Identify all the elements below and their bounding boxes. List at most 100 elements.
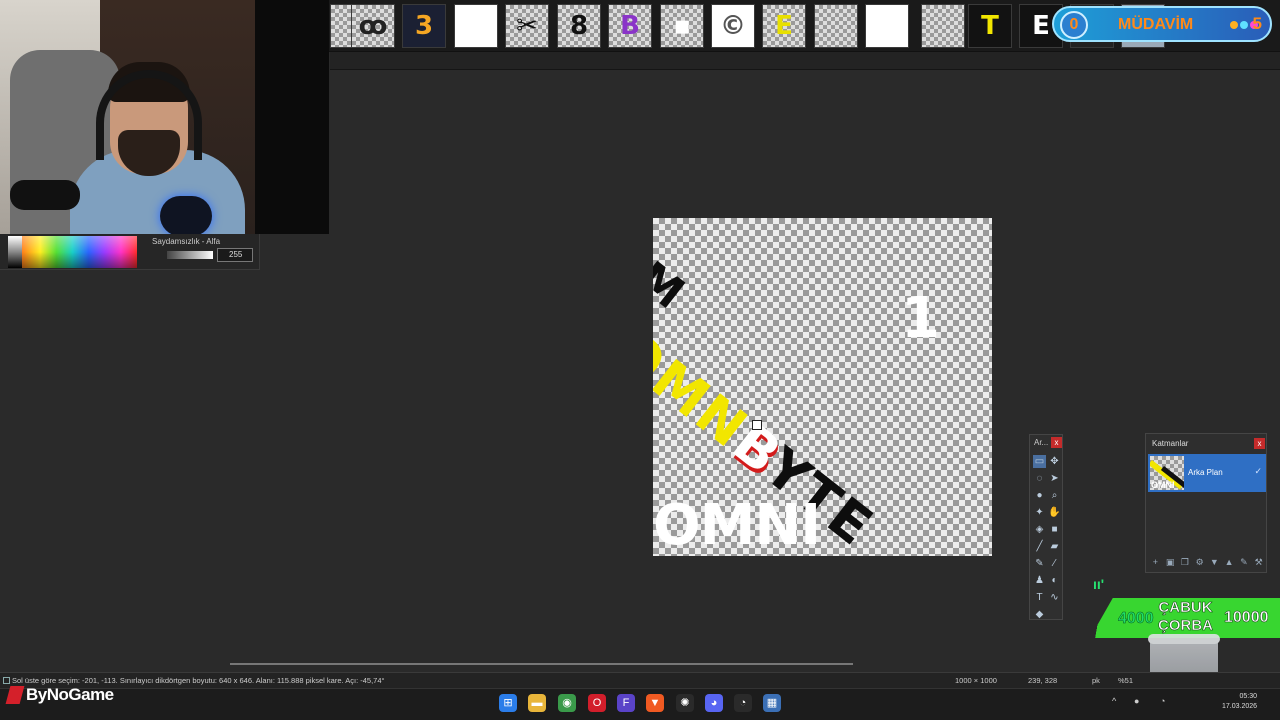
image-tab-glyph: ✂ — [516, 11, 538, 41]
openai-icon[interactable]: ✺ — [676, 694, 694, 712]
image-size: 1000 × 1000 — [955, 676, 997, 685]
opera-icon[interactable]: O — [588, 694, 606, 712]
layer-copy-icon[interactable]: ❐ — [1180, 557, 1191, 568]
clock-time: 05:30 — [1239, 693, 1258, 700]
image-tab-thumb[interactable]: E — [762, 4, 806, 48]
move-cursor-icon — [752, 420, 762, 430]
app-f-icon[interactable]: F — [617, 694, 635, 712]
image-tab-thumb[interactable] — [814, 4, 858, 48]
image-tab-thumb[interactable] — [454, 4, 498, 48]
goal-target: 10000 — [1224, 609, 1269, 627]
image-tab-thumb[interactable]: B — [608, 4, 652, 48]
image-tab-thumb[interactable]: T — [968, 4, 1012, 48]
shapes-icon[interactable]: ◆ — [1033, 608, 1046, 621]
network-tray-icon[interactable]: ◔ — [1160, 696, 1165, 706]
sparkle-overlay-text: ıı' — [1093, 576, 1105, 592]
move-selection-icon[interactable]: ✥ — [1048, 455, 1061, 468]
webcam-overlay — [0, 0, 329, 234]
chrome-icon[interactable]: ◉ — [558, 694, 576, 712]
layer-thumbnail: OMNI — [1150, 456, 1184, 490]
alpha-label: Saydamsızlık - Alfa — [152, 237, 221, 246]
image-tab-glyph: ꝏ — [358, 11, 388, 41]
image-tab-glyph — [922, 5, 964, 47]
goal-current: 4000 — [1118, 610, 1154, 628]
clock-date: 17.03.2026 — [1222, 703, 1258, 710]
canvas-text-one: 1 — [901, 286, 940, 351]
image-tab-thumb[interactable] — [921, 4, 965, 48]
zoom-icon[interactable]: ⌕ — [1048, 489, 1061, 502]
image-tab-glyph — [815, 5, 857, 47]
layer-tools-icon[interactable]: ⚒ — [1253, 557, 1264, 568]
brand-logo-icon — [5, 686, 25, 704]
recolor-icon[interactable]: ◐ — [1048, 574, 1061, 587]
duplicate-layer-icon[interactable]: ▣ — [1165, 557, 1176, 568]
image-tab-glyph — [866, 5, 908, 47]
image-canvas[interactable]: OMNBYTE M 1 OMNI — [653, 218, 992, 556]
image-tab-glyph: T — [981, 11, 999, 41]
paint-bucket-icon[interactable]: ◈ — [1033, 523, 1046, 536]
move-layer-down-icon[interactable]: ▼ — [1209, 557, 1220, 568]
image-tab-thumb[interactable]: 3 — [402, 4, 446, 48]
zoom-level[interactable]: %51 — [1118, 676, 1133, 685]
rect-select-icon[interactable]: ▭ — [1033, 455, 1046, 468]
ellipse-select-icon[interactable]: ● — [1033, 489, 1046, 502]
move-icon[interactable]: ➤ — [1048, 472, 1061, 485]
units-select[interactable]: pk — [1092, 676, 1100, 685]
brave-icon[interactable]: ▼ — [646, 694, 664, 712]
move-layer-up-icon[interactable]: ▲ — [1224, 557, 1235, 568]
color-swatch-grid[interactable] — [8, 236, 137, 268]
brush-icon[interactable]: ╱ — [1033, 540, 1046, 553]
cursor-position: 239, 328 — [1028, 676, 1058, 685]
layer-properties-icon[interactable]: ⚙ — [1194, 557, 1205, 568]
tools-close-icon[interactable]: x — [1051, 437, 1062, 448]
tools-window: Ar... x ▭ ✥ ◌ ➤ ● ⌕ ✦ ✋ ◈ ■ ╱ ▰ ✎ ⁄ ♟ ◐ T ∿ ◆ — [1029, 434, 1063, 620]
image-tab-thumb[interactable] — [865, 4, 909, 48]
layer-edit-icon[interactable]: ✎ — [1239, 557, 1250, 568]
file-explorer-icon[interactable]: ▬ — [528, 694, 546, 712]
options-toolbar — [330, 52, 1280, 70]
windows-start-icon[interactable]: ⊞ — [499, 694, 517, 712]
add-layer-icon[interactable]: + — [1150, 557, 1161, 568]
layers-close-icon[interactable]: x — [1254, 438, 1265, 449]
follow-label: MÜDAVİM — [1118, 16, 1194, 33]
image-tab-thumb[interactable]: ▪ — [660, 4, 704, 48]
goal-title: ÇABUK ÇORBA — [1158, 599, 1214, 635]
paintnet-icon[interactable]: ▦ — [763, 694, 781, 712]
layer-name: Arka Plan — [1188, 468, 1223, 477]
clone-stamp-icon[interactable]: ♟ — [1033, 574, 1046, 587]
screen-tool-icon[interactable]: ◔ — [734, 694, 752, 712]
pencil-icon[interactable]: ✎ — [1033, 557, 1046, 570]
alpha-value-input[interactable]: 255 — [217, 248, 253, 262]
image-tab-thumb[interactable]: 8 — [557, 4, 601, 48]
color-picker-icon[interactable]: ⁄ — [1048, 557, 1061, 570]
layer-tools-bar: + ▣ ❐ ⚙ ▼ ▲ ✎ ⚒ — [1150, 557, 1264, 569]
alpha-slider[interactable] — [167, 251, 213, 259]
discord-icon[interactable]: ◕ — [705, 694, 723, 712]
layer-row[interactable]: OMNI Arka Plan ✓ — [1148, 454, 1266, 492]
canvas-text-top-black: M — [653, 252, 694, 320]
image-tab-glyph: 3 — [414, 11, 434, 41]
line-curve-icon[interactable]: ∿ — [1048, 591, 1061, 604]
text-icon[interactable]: T — [1033, 591, 1046, 604]
image-tab-thumb[interactable]: © — [711, 4, 755, 48]
layer-visible-checkbox[interactable]: ✓ — [1254, 466, 1262, 477]
follow-goal: 5 — [1252, 14, 1262, 33]
lasso-icon[interactable]: ◌ — [1033, 472, 1046, 485]
layers-window: Katmanlar x OMNI Arka Plan ✓ + ▣ ❐ ⚙ ▼ ▲ ✎ ⚒ — [1145, 433, 1267, 573]
tray-expand-icon[interactable]: ^ — [1112, 696, 1116, 706]
microphone-tray-icon[interactable]: ● — [1134, 696, 1139, 706]
image-tab-glyph: 8 — [569, 11, 589, 41]
image-tab-glyph: E — [775, 11, 793, 41]
image-tab-glyph: ▪ — [673, 11, 691, 41]
horizontal-scrollbar[interactable] — [230, 663, 853, 665]
eraser-icon[interactable]: ▰ — [1048, 540, 1061, 553]
image-tab-thumb[interactable]: ꝏ — [351, 4, 395, 48]
tools-window-title: Ar... — [1034, 438, 1049, 447]
follow-goal-badge: 0 MÜDAVİM 5 — [1052, 6, 1272, 42]
image-tab-thumb[interactable]: ✂ — [505, 4, 549, 48]
pan-hand-icon[interactable]: ✋ — [1048, 506, 1061, 519]
system-clock[interactable]: 05:30 17.03.2026 — [1222, 692, 1257, 712]
donation-goal-bar: 4000 ÇABUK ÇORBA 10000 — [1090, 598, 1280, 638]
magic-wand-icon[interactable]: ✦ — [1033, 506, 1046, 519]
shape-rect-icon[interactable]: ■ — [1048, 523, 1061, 536]
